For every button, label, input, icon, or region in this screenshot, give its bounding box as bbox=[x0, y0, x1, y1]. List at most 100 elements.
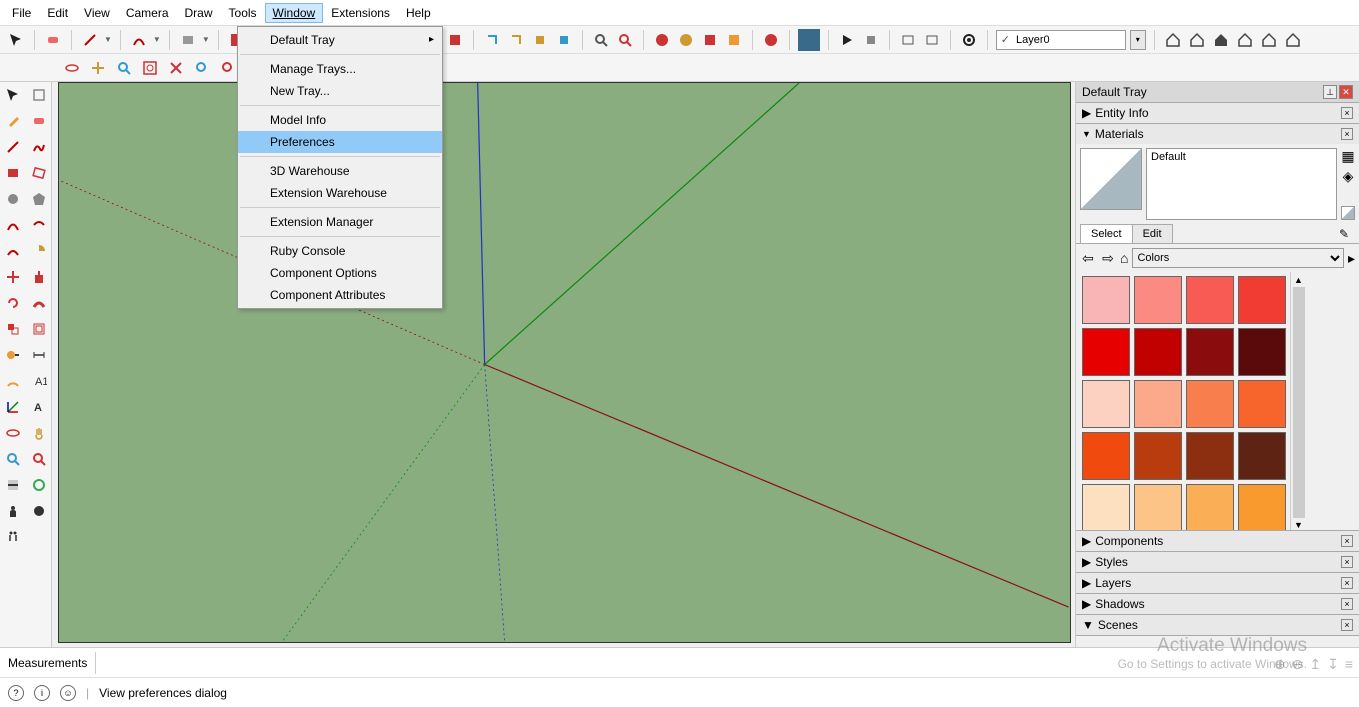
scroll-down-icon[interactable]: ▼ bbox=[1294, 520, 1303, 530]
user-icon[interactable]: ☺ bbox=[60, 685, 76, 701]
layer-selector[interactable]: Layer0 bbox=[996, 30, 1126, 50]
rectangle-tool-icon[interactable] bbox=[178, 30, 198, 50]
house-icon[interactable] bbox=[1211, 30, 1231, 50]
color-swatch[interactable] bbox=[1186, 484, 1234, 530]
toolbar-icon[interactable] bbox=[482, 30, 502, 50]
zoom-extents-icon[interactable] bbox=[192, 58, 212, 78]
eraser-icon[interactable] bbox=[43, 30, 63, 50]
add-scene-icon[interactable]: ⊕ bbox=[1274, 656, 1286, 673]
scene-down-icon[interactable]: ↧ bbox=[1327, 656, 1339, 673]
color-swatch[interactable] bbox=[1186, 380, 1234, 428]
material-thumbnail[interactable] bbox=[1080, 148, 1142, 210]
scenes-section[interactable]: ▼Scenes× bbox=[1076, 615, 1359, 636]
styles-section[interactable]: ▶Styles× bbox=[1076, 552, 1359, 573]
eraser-icon[interactable] bbox=[26, 108, 52, 134]
back-icon[interactable]: ⇦ bbox=[1080, 250, 1096, 267]
toolbar-icon[interactable] bbox=[652, 30, 672, 50]
color-swatch[interactable] bbox=[1238, 484, 1286, 530]
menu-component-attributes[interactable]: Component Attributes bbox=[238, 284, 442, 306]
toolbar-icon[interactable] bbox=[724, 30, 744, 50]
zoom-icon[interactable] bbox=[114, 58, 134, 78]
zoom-icon[interactable] bbox=[0, 446, 26, 472]
menu-extension-manager[interactable]: Extension Manager bbox=[238, 211, 442, 233]
followme-icon[interactable] bbox=[26, 290, 52, 316]
help-icon[interactable]: ? bbox=[8, 685, 24, 701]
close-icon[interactable]: × bbox=[1341, 128, 1353, 140]
color-swatch[interactable] bbox=[1082, 328, 1130, 376]
house-icon[interactable] bbox=[1235, 30, 1255, 50]
person-icon[interactable] bbox=[0, 498, 26, 524]
create-material-icon[interactable]: ▦ bbox=[1341, 148, 1354, 165]
scene-menu-icon[interactable]: ≡ bbox=[1345, 656, 1353, 673]
color-swatch[interactable] bbox=[1238, 380, 1286, 428]
material-name-field[interactable]: Default bbox=[1146, 148, 1337, 220]
orbit-icon[interactable] bbox=[62, 58, 82, 78]
home-icon[interactable]: ⌂ bbox=[1120, 250, 1128, 266]
section-icon[interactable] bbox=[0, 472, 26, 498]
text-icon[interactable]: A1 bbox=[26, 368, 52, 394]
menu-extensions[interactable]: Extensions bbox=[323, 3, 398, 23]
house-icon[interactable] bbox=[1163, 30, 1183, 50]
menu-component-options[interactable]: Component Options bbox=[238, 262, 442, 284]
menu-default-tray[interactable]: Default Tray▸ bbox=[238, 29, 442, 51]
eyedropper-icon[interactable]: ✎ bbox=[1333, 227, 1355, 241]
zoom-extents-icon[interactable] bbox=[615, 30, 635, 50]
pie-icon[interactable] bbox=[26, 238, 52, 264]
color-swatch[interactable] bbox=[1238, 328, 1286, 376]
menu-window[interactable]: Window bbox=[265, 3, 324, 23]
toolbar-icon[interactable] bbox=[445, 30, 465, 50]
color-swatch[interactable] bbox=[1186, 432, 1234, 480]
menu-view[interactable]: View bbox=[76, 3, 118, 23]
select-icon[interactable] bbox=[0, 82, 26, 108]
circle-icon[interactable] bbox=[0, 186, 26, 212]
menu-draw[interactable]: Draw bbox=[177, 3, 221, 23]
arc-tool-icon[interactable] bbox=[129, 30, 149, 50]
menu-edit[interactable]: Edit bbox=[39, 3, 76, 23]
toolbar-icon[interactable] bbox=[922, 30, 942, 50]
dimension-icon[interactable] bbox=[26, 342, 52, 368]
scene-up-icon[interactable]: ↥ bbox=[1309, 656, 1321, 673]
color-swatch[interactable] bbox=[1082, 380, 1130, 428]
collection-dropdown[interactable]: Colors bbox=[1132, 248, 1344, 268]
menu-model-info[interactable]: Model Info bbox=[238, 109, 442, 131]
pushpull-icon[interactable] bbox=[26, 264, 52, 290]
house-icon[interactable] bbox=[1259, 30, 1279, 50]
3d-viewport[interactable] bbox=[58, 82, 1071, 643]
zoom-icon[interactable] bbox=[591, 30, 611, 50]
lumion-icon[interactable] bbox=[798, 29, 820, 51]
scale-icon[interactable] bbox=[0, 316, 26, 342]
zoom-extents-icon[interactable] bbox=[26, 446, 52, 472]
geo-icon[interactable] bbox=[26, 472, 52, 498]
rotated-rect-icon[interactable] bbox=[26, 160, 52, 186]
entity-info-section[interactable]: ▶ Entity Info × bbox=[1076, 103, 1359, 124]
play-icon[interactable] bbox=[837, 30, 857, 50]
layers-section[interactable]: ▶Layers× bbox=[1076, 573, 1359, 594]
toolbar-icon[interactable] bbox=[761, 30, 781, 50]
toolbar-icon[interactable] bbox=[700, 30, 720, 50]
move-icon[interactable] bbox=[0, 264, 26, 290]
toolbar-icon[interactable] bbox=[506, 30, 526, 50]
line-icon[interactable] bbox=[0, 134, 26, 160]
menu-manage-trays[interactable]: Manage Trays... bbox=[238, 58, 442, 80]
menu-preferences[interactable]: Preferences bbox=[238, 131, 442, 153]
protractor-icon[interactable] bbox=[0, 368, 26, 394]
close-icon[interactable]: × bbox=[1341, 535, 1353, 547]
2pt-arc-icon[interactable] bbox=[26, 212, 52, 238]
menu-tools[interactable]: Tools bbox=[221, 3, 265, 23]
tape-icon[interactable] bbox=[0, 342, 26, 368]
3pt-arc-icon[interactable] bbox=[0, 238, 26, 264]
flyout-icon[interactable]: ▼ bbox=[104, 35, 112, 44]
close-icon[interactable]: × bbox=[1341, 598, 1353, 610]
line-tool-icon[interactable] bbox=[80, 30, 100, 50]
color-swatch[interactable] bbox=[1134, 380, 1182, 428]
layer-dropdown-icon[interactable]: ▾ bbox=[1130, 30, 1146, 50]
tray-header[interactable]: Default Tray ⊥ ✕ bbox=[1076, 82, 1359, 103]
zoom-window-icon[interactable] bbox=[140, 58, 160, 78]
materials-header[interactable]: ▼ Materials × bbox=[1076, 124, 1359, 144]
shadows-section[interactable]: ▶Shadows× bbox=[1076, 594, 1359, 615]
menu-3d-warehouse[interactable]: 3D Warehouse bbox=[238, 160, 442, 182]
color-swatch[interactable] bbox=[1134, 328, 1182, 376]
close-icon[interactable]: × bbox=[1341, 107, 1353, 119]
color-swatch[interactable] bbox=[1134, 432, 1182, 480]
select-tool-icon[interactable] bbox=[6, 30, 26, 50]
